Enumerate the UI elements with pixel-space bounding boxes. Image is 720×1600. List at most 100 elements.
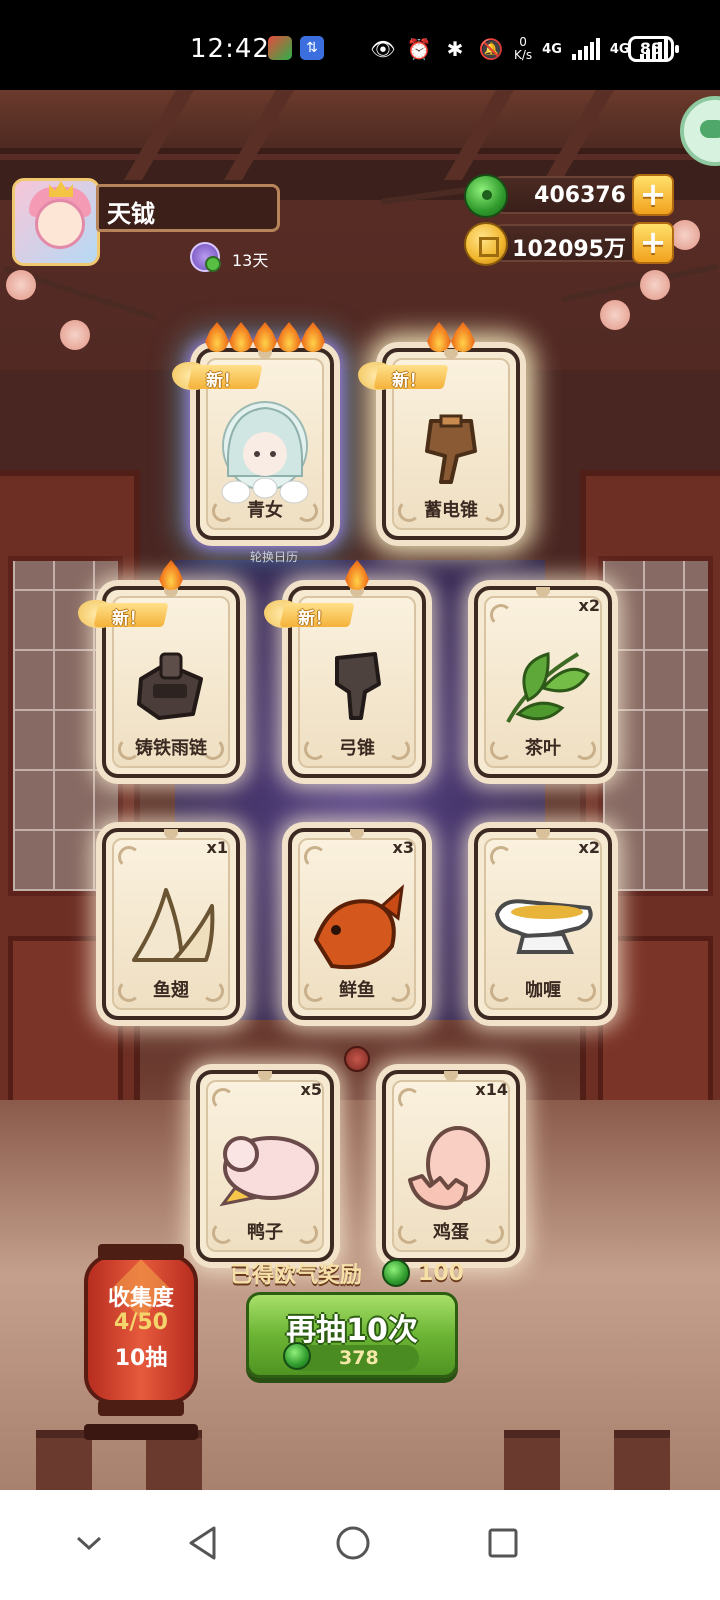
home-circle-icon — [336, 1526, 370, 1560]
login-days: 13天 — [232, 251, 269, 270]
item-illustration — [302, 876, 412, 990]
app-notification-icon — [268, 36, 292, 60]
result-card[interactable]: 蓄电锥 新！ — [358, 322, 520, 540]
item-name: 蓄电锥 — [424, 500, 478, 521]
railing-post — [504, 1430, 560, 1490]
result-card[interactable]: 鸡蛋 x14 — [382, 1070, 520, 1262]
back-button[interactable] — [178, 1518, 228, 1568]
railing-post — [614, 1430, 670, 1490]
network-speed: 0 K/s — [514, 35, 533, 62]
item-name: 铸铁雨链 — [135, 738, 207, 759]
result-card[interactable]: 鲜鱼 x3 — [288, 828, 426, 1020]
player-avatar[interactable] — [12, 178, 100, 266]
item-illustration — [205, 1118, 325, 1222]
card-corner-ornament — [490, 846, 512, 868]
jade-balance-bar: 406376 — [484, 176, 654, 214]
back-triangle-icon — [189, 1526, 216, 1560]
clock: 12:42 — [190, 34, 270, 64]
blossom — [60, 320, 90, 350]
rarity-flames — [292, 560, 422, 590]
item-name: 青女 — [247, 500, 283, 521]
coin-balance-bar: 102095万 — [484, 224, 654, 262]
item-name: 鸭子 — [247, 1222, 283, 1243]
eye-icon: 👁 — [370, 37, 396, 61]
result-card[interactable]: 鱼翅 x1 — [102, 828, 240, 1020]
card-corner-ornament — [118, 846, 140, 868]
item-illustration — [401, 396, 501, 500]
item-illustration — [396, 1118, 506, 1222]
collection-progress: 4/50 — [114, 1310, 168, 1335]
card-corner-ornament — [398, 1088, 420, 1110]
new-badge: 新！ — [264, 600, 356, 630]
collapse-nav-button[interactable] — [64, 1518, 114, 1568]
card-corner-ornament — [212, 1088, 234, 1110]
item-quantity: x5 — [300, 1080, 322, 1099]
result-card[interactable]: 鸭子 x5 — [196, 1070, 334, 1262]
new-badge: 新！ — [172, 362, 264, 392]
item-name: 鱼翅 — [153, 980, 189, 1001]
new-badge: 新！ — [358, 362, 450, 392]
rarity-flames — [200, 322, 330, 352]
sim2-type: 4G — [609, 41, 630, 57]
item-illustration — [483, 876, 603, 970]
item-name: 鲜鱼 — [339, 980, 375, 1001]
flame-icon — [205, 322, 229, 352]
item-name: 咖喱 — [525, 980, 561, 1001]
card-corner-ornament — [304, 846, 326, 868]
luck-reward: 已得欧气奖励 100 — [230, 1258, 464, 1288]
new-badge: 新！ — [78, 600, 170, 630]
chevron-down-icon — [76, 1536, 102, 1551]
item-quantity: x2 — [578, 596, 600, 615]
flame-icon — [253, 322, 277, 352]
item-illustration — [210, 396, 320, 510]
sim1-type: 4G — [542, 41, 562, 57]
flower-ornament-icon — [344, 1046, 370, 1072]
recents-square-icon — [488, 1528, 518, 1558]
flame-icon — [301, 322, 325, 352]
player-name-bar: 天钺 — [96, 184, 280, 232]
draw-cost-amount: 378 — [339, 1347, 379, 1369]
draw-cost: 378 — [283, 1342, 419, 1371]
recents-button[interactable] — [478, 1518, 528, 1568]
flame-icon — [277, 322, 301, 352]
system-nav-bar — [0, 1490, 720, 1600]
blossom — [640, 270, 670, 300]
blossom — [670, 220, 700, 250]
home-button[interactable] — [328, 1518, 378, 1568]
item-name: 鸡蛋 — [433, 1222, 469, 1243]
add-jade-button[interactable]: + — [632, 174, 674, 216]
battery-icon: 88 — [628, 36, 679, 62]
collection-lantern[interactable]: 收集度 4/50 10抽 — [84, 1244, 198, 1440]
item-quantity: x14 — [475, 1080, 508, 1099]
item-illustration — [488, 634, 598, 738]
jade-icon — [283, 1342, 311, 1370]
draw-again-label: 再抽10次 — [286, 1313, 418, 1348]
transfer-notification-icon: ⇅ — [300, 36, 324, 60]
item-quantity: x2 — [578, 838, 600, 857]
reward-amount: 100 — [418, 1260, 464, 1286]
result-card[interactable]: 铸铁雨链 新！ — [78, 560, 240, 778]
bluetooth-icon: ✱ — [446, 37, 464, 61]
flame-icon — [451, 322, 475, 352]
rotation-calendar-label: 轮换日历 — [250, 550, 299, 564]
calendar-days-icon — [190, 242, 221, 272]
item-illustration — [121, 634, 221, 738]
blossom — [6, 270, 36, 300]
result-card[interactable]: 茶叶 x2 — [474, 586, 612, 778]
card-corner-ornament — [490, 604, 512, 626]
reward-label: 已得欧气奖励 — [230, 1263, 363, 1288]
jade-icon — [464, 174, 508, 218]
flame-icon — [159, 560, 183, 590]
item-quantity: x1 — [206, 838, 228, 857]
add-coins-button[interactable]: + — [632, 222, 674, 264]
item-quantity: x3 — [392, 838, 414, 857]
result-card[interactable]: 咖喱 x2 — [474, 828, 612, 1020]
draw-again-button[interactable]: 再抽10次 378 — [246, 1292, 458, 1378]
result-card[interactable]: 弓锥 新！ — [264, 560, 426, 778]
flame-icon — [229, 322, 253, 352]
roof-beam — [0, 90, 720, 154]
result-card[interactable]: 青女 新！ — [172, 322, 334, 540]
collection-title: 收集度 — [107, 1286, 174, 1311]
mute-icon: 🔕 — [478, 37, 504, 61]
railing-post — [36, 1430, 92, 1490]
